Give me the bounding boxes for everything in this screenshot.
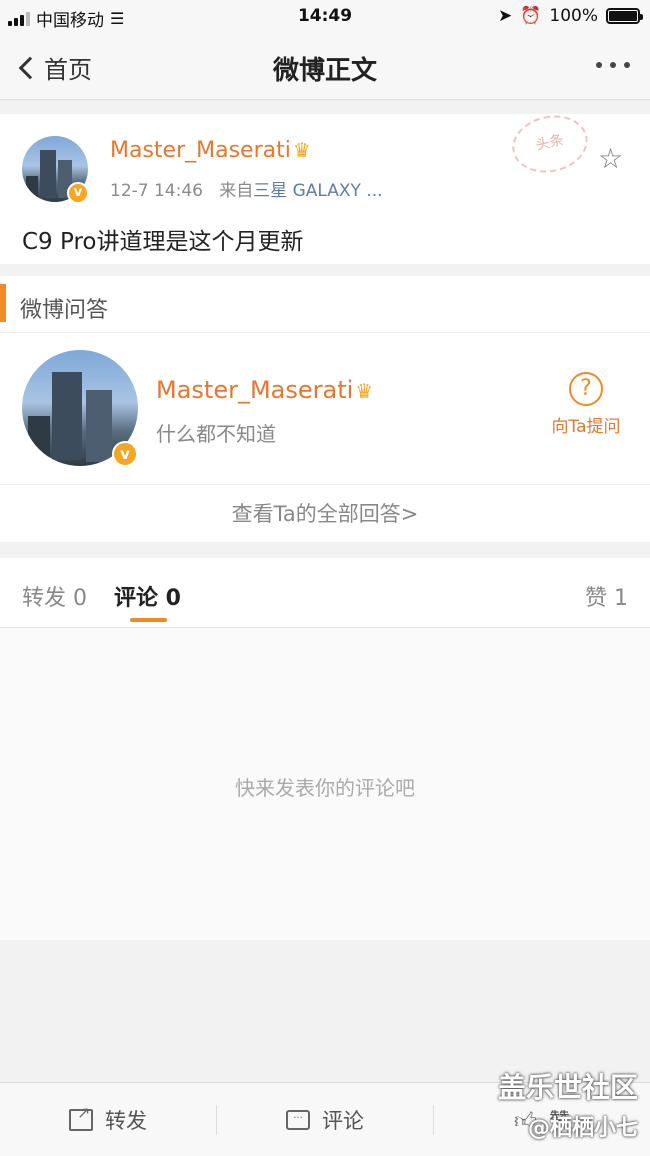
alarm-icon: ⏰ (520, 6, 542, 26)
empty-comments-text: 快来发表你的评论吧 (235, 776, 415, 800)
comment-button[interactable]: ··· 评论 (217, 1083, 433, 1156)
page-title: 微博正文 (272, 56, 377, 86)
source-prefix: 来自 (219, 181, 254, 201)
star-icon[interactable]: ☆ (598, 142, 623, 175)
post-text: C9 Pro讲道理是这个月更新 (22, 229, 304, 255)
repost-button[interactable]: 转发 (0, 1083, 216, 1156)
section-accent-bar (0, 284, 6, 322)
comment-label: 评论 (322, 1109, 364, 1133)
post-username[interactable]: Master_Maserati ♛ (110, 138, 311, 163)
qa-header: 微博问答 (0, 276, 650, 333)
qa-username[interactable]: Master_Maserati ♛ (156, 376, 373, 404)
repost-label: 转发 (105, 1109, 147, 1133)
tab-underline (130, 618, 167, 622)
share-icon (69, 1103, 93, 1131)
ask-button[interactable]: ? 向Ta提问 (540, 372, 632, 437)
view-all-answers-link[interactable]: 查看Ta的全部回答> (0, 484, 650, 542)
tab-comment[interactable]: 评论 0 (114, 580, 181, 612)
nav-bar: 首页 微博正文 (0, 34, 650, 100)
battery-icon (606, 8, 643, 24)
more-button[interactable] (596, 62, 630, 68)
verified-badge-icon: v (112, 441, 138, 467)
status-right: ➤ ⏰ 100% (497, 6, 643, 26)
headline-stamp: 头条 (507, 108, 593, 180)
watermark: 盖乐世社区 @栖栖小七 (498, 1066, 638, 1142)
crown-icon: ♛ (292, 138, 311, 162)
location-icon: ➤ (497, 6, 513, 26)
crown-icon: ♛ (355, 379, 374, 403)
verified-badge-icon: v (67, 182, 89, 204)
source-link[interactable]: 三星 GALAXY ... (253, 181, 382, 201)
watermark-line1: 盖乐世社区 (497, 1071, 638, 1104)
post-meta: 12-7 14:46 来自三星 GALAXY ... (110, 176, 383, 201)
ask-label: 向Ta提问 (551, 417, 621, 437)
post-card: v Master_Maserati ♛ 12-7 14:46 来自三星 GALAX… (0, 108, 650, 264)
qa-section-title: 微博问答 (20, 298, 109, 323)
tab-repost[interactable]: 转发 0 (22, 580, 87, 612)
comment-icon: ··· (286, 1110, 310, 1130)
comments-area: 快来发表你的评论吧 (0, 628, 650, 940)
qa-subtitle: 什么都不知道 (156, 422, 276, 446)
status-bar: 中国移动 ☰ 14:49 ➤ ⏰ 100% (0, 0, 650, 34)
tab-bar: 转发 0 评论 0 赞 1 (0, 558, 650, 628)
watermark-line2: @栖栖小七 (527, 1116, 638, 1141)
tab-like[interactable]: 赞 1 (585, 580, 628, 612)
question-icon: ? (569, 372, 603, 406)
qa-card: 微博问答 v Master_Maserati ♛ 什么都不知道 ? 向Ta提问 查… (0, 276, 650, 542)
battery-label: 100% (549, 6, 598, 26)
post-time: 12-7 14:46 (110, 181, 203, 201)
more-dots-icon (596, 62, 602, 68)
